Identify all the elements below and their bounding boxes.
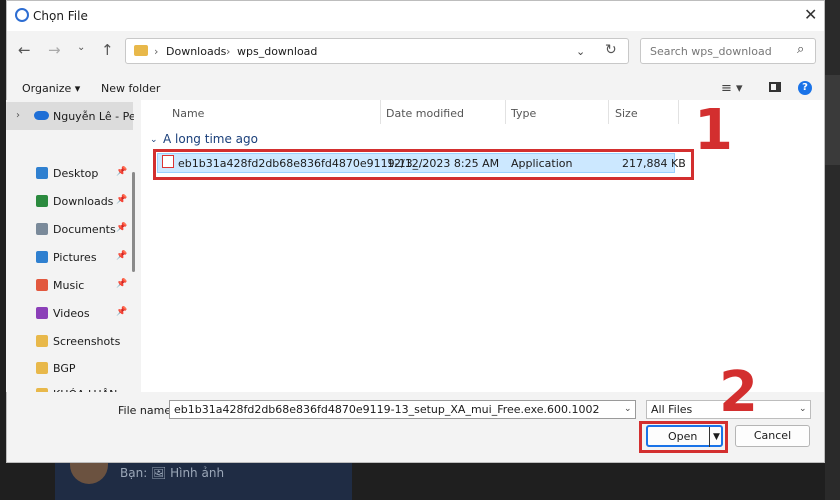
folder-icon [134, 45, 148, 56]
column-divider[interactable] [678, 100, 679, 124]
cancel-button[interactable]: Cancel [735, 425, 810, 447]
filter-chevron-down-icon[interactable]: ⌄ [799, 404, 807, 414]
breadcrumb-downloads[interactable]: Downloads [166, 45, 226, 58]
background-panel-block [825, 75, 840, 165]
close-icon[interactable]: ✕ [804, 5, 817, 24]
search-placeholder: Search wps_download [650, 45, 772, 58]
nav-item-label: Documents [53, 223, 116, 236]
navigation-pane: › Nguyễn Lê - Per Desktop 📌 Downloads 📌 Docu… [6, 100, 134, 392]
view-options-icon[interactable]: ≡ ▾ [721, 81, 743, 96]
breadcrumb-separator: › [226, 45, 231, 58]
new-folder-button[interactable]: New folder [101, 82, 160, 95]
file-name-field[interactable]: eb1b31a428fd2db68e836fd4870e9119-13_setu… [169, 400, 636, 419]
documents-icon [36, 223, 48, 235]
title-bar: Chọn File ✕ [7, 1, 824, 31]
column-header-date[interactable]: Date modified [386, 107, 464, 120]
pin-icon[interactable]: 📌 [116, 195, 127, 205]
nav-item-label: Desktop [53, 167, 99, 180]
nav-scrollbar[interactable] [132, 172, 135, 272]
folder-icon [36, 362, 48, 374]
nav-item-bgp[interactable]: BGP [6, 359, 134, 379]
column-divider[interactable] [505, 100, 506, 124]
refresh-icon[interactable]: ↻ [605, 42, 617, 58]
nav-item-videos[interactable]: Videos 📌 [6, 304, 134, 324]
nav-item-kh-a-lu-n[interactable]: KHÓA LUẬN [6, 385, 134, 392]
nav-item-label: Screenshots [53, 335, 121, 348]
pin-icon[interactable]: 📌 [116, 167, 127, 177]
folder-icon [36, 335, 48, 347]
step-number: 1 [694, 98, 733, 163]
search-input[interactable]: Search wps_download ⌕ [640, 38, 816, 64]
preview-pane-icon[interactable] [769, 82, 781, 92]
pin-icon[interactable]: 📌 [116, 251, 127, 261]
nav-item-label: KHÓA LUẬN [53, 388, 117, 392]
file-type-filter-value: All Files [651, 403, 693, 416]
nav-item-account[interactable]: › Nguyễn Lê - Per [6, 102, 134, 130]
group-collapse-chevron-icon[interactable]: ⌄ [150, 135, 158, 145]
column-divider[interactable] [608, 100, 609, 124]
address-bar[interactable]: › Downloads › wps_download ⌄ ↻ [125, 38, 629, 64]
pin-icon[interactable]: 📌 [116, 307, 127, 317]
breadcrumb-separator: › [154, 45, 159, 58]
nav-item-music[interactable]: Music 📌 [6, 276, 134, 296]
recent-locations-chevron-icon[interactable]: ⌄ [77, 42, 85, 53]
window-title: Chọn File [33, 9, 88, 23]
chevron-right-icon[interactable]: › [16, 110, 20, 121]
nav-item-label: Pictures [53, 251, 97, 264]
videos-icon [36, 307, 48, 319]
nav-item-pictures[interactable]: Pictures 📌 [6, 248, 134, 268]
nav-item-label: Downloads [53, 195, 114, 208]
pin-icon[interactable]: 📌 [116, 279, 127, 289]
nav-item-label: Videos [53, 307, 90, 320]
chat-preview-text: Bạn: 🖼 Hình ảnh [120, 466, 225, 480]
column-header-name[interactable]: Name [172, 107, 204, 120]
breadcrumb-wps-download[interactable]: wps_download [237, 45, 317, 58]
highlight-box [153, 149, 694, 180]
nav-item-desktop[interactable]: Desktop 📌 [6, 164, 134, 184]
file-name-dropdown-chevron-icon[interactable]: ⌄ [624, 404, 632, 414]
nav-item-label: BGP [53, 362, 76, 375]
downloads-icon [36, 195, 48, 207]
file-name-value: eb1b31a428fd2db68e836fd4870e9119-13_setu… [174, 403, 600, 416]
column-header-size[interactable]: Size [615, 107, 638, 120]
desktop-icon [36, 167, 48, 179]
forward-arrow-icon[interactable]: → [48, 41, 61, 59]
folder-icon [36, 388, 48, 392]
pictures-icon [36, 251, 48, 263]
organize-menu[interactable]: Organize ▾ [22, 82, 80, 95]
nav-item-label: Music [53, 279, 85, 292]
nav-item-label: Nguyễn Lê - Per [53, 110, 134, 123]
nav-item-screenshots[interactable]: Screenshots [6, 332, 134, 352]
group-header[interactable]: A long time ago [163, 132, 258, 146]
up-arrow-icon[interactable]: ↑ [101, 41, 114, 59]
address-dropdown-chevron-icon[interactable]: ⌄ [576, 45, 585, 58]
column-divider[interactable] [380, 100, 381, 124]
pin-icon[interactable]: 📌 [116, 223, 127, 233]
step-number: 2 [719, 360, 758, 425]
nav-item-documents[interactable]: Documents 📌 [6, 220, 134, 240]
search-icon[interactable]: ⌕ [797, 42, 804, 57]
file-name-label: File name: [118, 404, 175, 417]
music-icon [36, 279, 48, 291]
app-icon [15, 8, 29, 22]
back-arrow-icon[interactable]: ← [18, 41, 31, 59]
help-icon[interactable]: ? [798, 81, 812, 95]
highlight-box [639, 421, 728, 453]
onedrive-icon [34, 111, 49, 120]
column-header-type[interactable]: Type [511, 107, 536, 120]
nav-item-downloads[interactable]: Downloads 📌 [6, 192, 134, 212]
